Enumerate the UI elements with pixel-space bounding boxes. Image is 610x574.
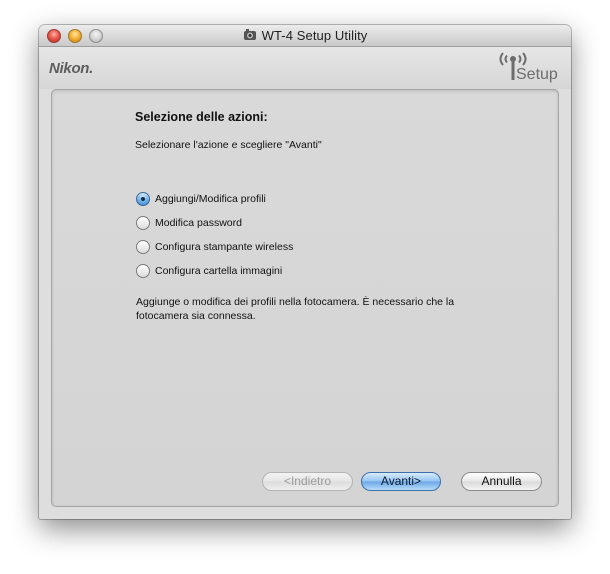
option-configure-wireless-printer[interactable]: Configura stampante wireless	[136, 239, 293, 255]
wireless-transmitter-icon	[243, 29, 256, 40]
radio-change-password[interactable]	[136, 216, 150, 230]
page-heading: Selezione delle azioni:	[135, 110, 268, 124]
content-panel: Selezione delle azioni: Selezionare l'az…	[51, 89, 559, 507]
cancel-button[interactable]: Annulla	[461, 472, 542, 491]
radio-configure-wireless-printer[interactable]	[136, 240, 150, 254]
title-bar[interactable]: WT-4 Setup Utility	[39, 25, 571, 47]
instruction-text: Selezionare l'azione e scegliere "Avanti…	[135, 139, 322, 151]
setup-window: WT-4 Setup Utility Nikon. Setup Selezion…	[39, 25, 571, 519]
option-change-password[interactable]: Modifica password	[136, 215, 242, 231]
option-add-edit-profiles[interactable]: Aggiungi/Modifica profili	[136, 191, 266, 207]
radio-configure-image-folder[interactable]	[136, 264, 150, 278]
window-title: WT-4 Setup Utility	[261, 28, 368, 43]
option-description: Aggiunge o modifica dei profili nella fo…	[136, 296, 455, 322]
radio-add-edit-profiles[interactable]	[136, 192, 150, 206]
option-label: Aggiungi/Modifica profili	[155, 193, 266, 205]
option-label: Modifica password	[155, 217, 242, 229]
back-button[interactable]: <Indietro	[262, 472, 353, 491]
window-title-container: WT-4 Setup Utility	[39, 28, 571, 43]
nikon-logo: Nikon.	[49, 60, 94, 77]
option-label: Configura stampante wireless	[155, 241, 294, 253]
option-label: Configura cartella immagini	[155, 265, 283, 277]
next-button[interactable]: Avanti>	[361, 472, 441, 491]
header-band	[39, 47, 571, 89]
option-configure-image-folder[interactable]: Configura cartella immagini	[136, 263, 282, 279]
setup-label: Setup	[516, 66, 558, 83]
setup-logo: Setup	[497, 49, 561, 85]
